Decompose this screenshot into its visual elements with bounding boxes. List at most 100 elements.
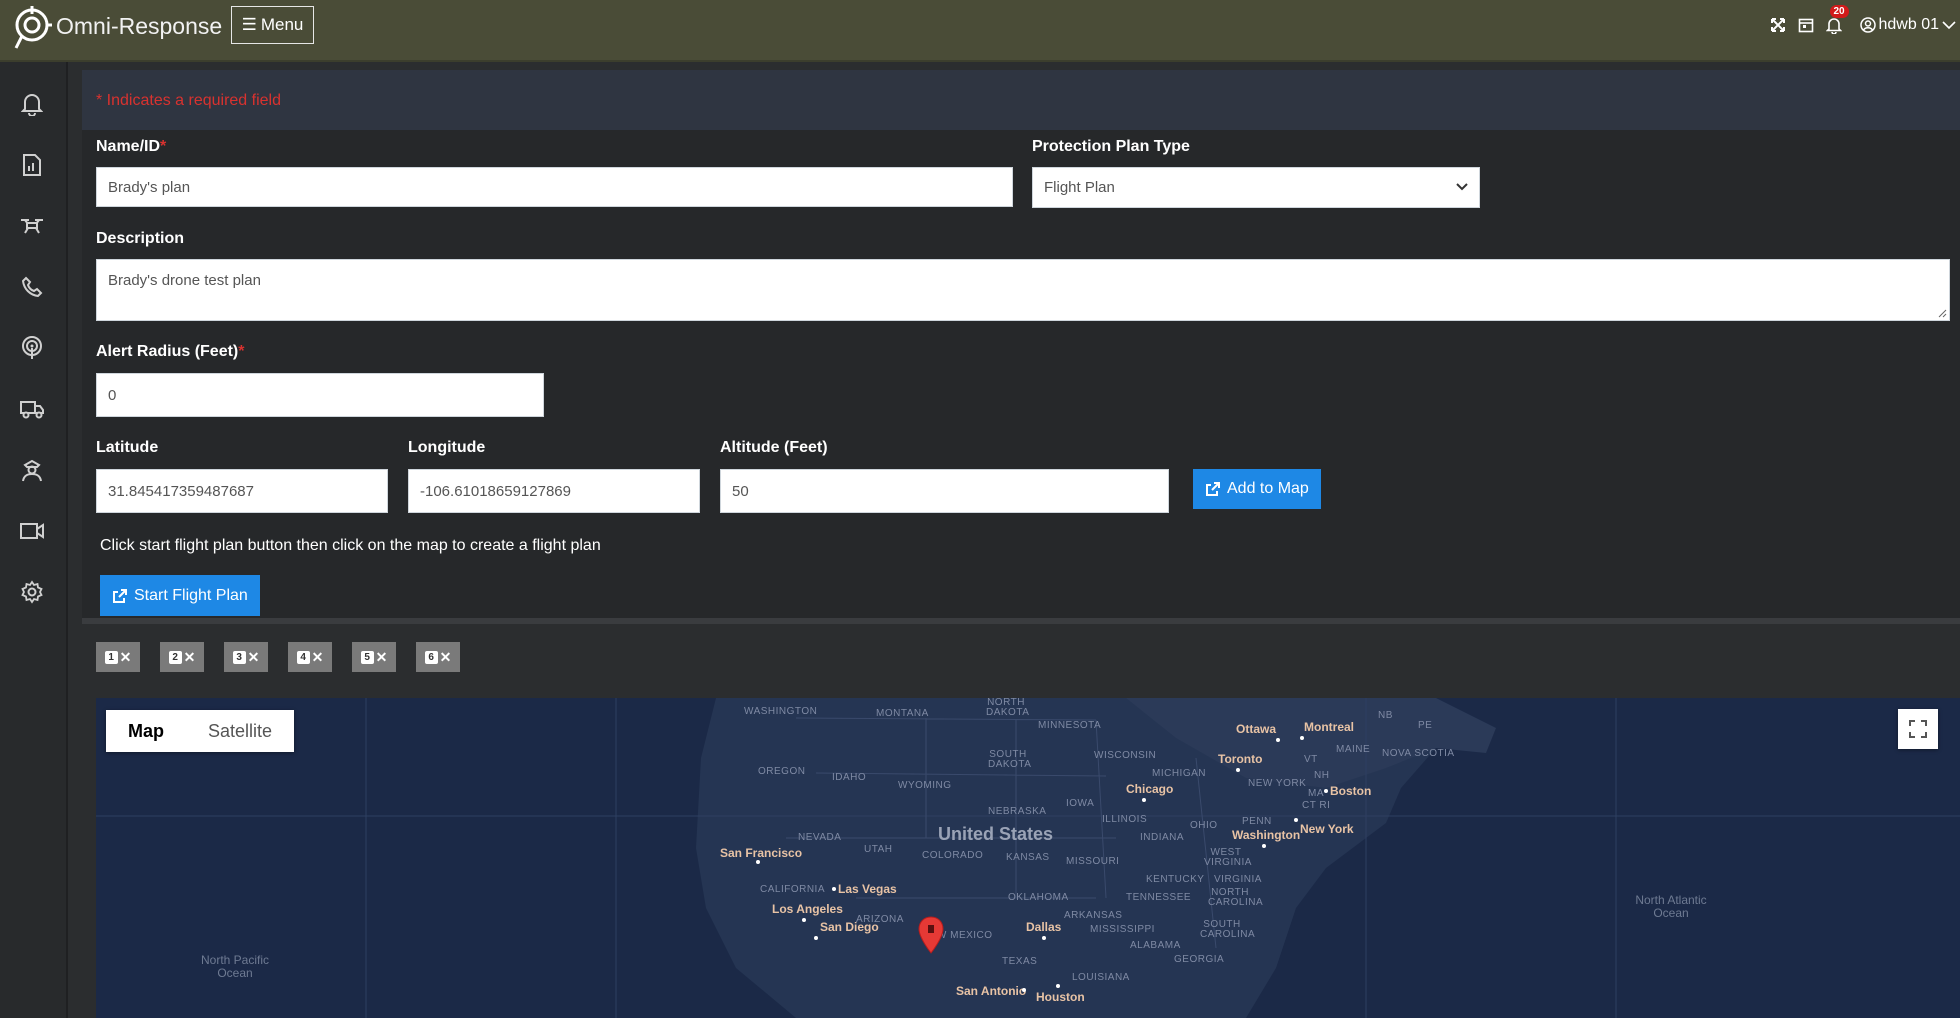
protection-plan-form: Name/ID* Brady's plan Protection Plan Ty…: [82, 130, 1960, 618]
phone-icon[interactable]: [18, 273, 46, 301]
flight-plan-hint: Click start flight plan button then clic…: [100, 537, 601, 554]
close-icon[interactable]: ✕: [248, 649, 260, 666]
map-region-label: MAINE: [1336, 744, 1371, 755]
map-region-label: MISSOURI: [1066, 856, 1120, 867]
calendar-icon[interactable]: [1796, 15, 1816, 35]
waypoint-chip[interactable]: 2 ✕: [160, 642, 204, 672]
map-city-label: Washington: [1232, 828, 1301, 842]
map-region-label: COLORADO: [922, 850, 984, 861]
waypoint-chip[interactable]: 3 ✕: [224, 642, 268, 672]
map-city-label: Boston: [1330, 784, 1372, 798]
waypoint-chip[interactable]: 6 ✕: [416, 642, 460, 672]
map-region-label: WISCONSIN: [1094, 750, 1157, 761]
map-region-label: KENTUCKY: [1146, 874, 1205, 885]
waypoint-chip[interactable]: 5 ✕: [352, 642, 396, 672]
radar-icon[interactable]: [18, 334, 46, 362]
map-city-dot: [1022, 988, 1026, 992]
map-region-label: TENNESSEE: [1126, 892, 1192, 903]
map-region-label: GEORGIA: [1174, 954, 1225, 965]
close-icon[interactable]: ✕: [312, 649, 324, 666]
map-view[interactable]: Map Satellite United States North Pacifi…: [96, 698, 1960, 1018]
description-textarea[interactable]: Brady's drone test plan: [96, 259, 1950, 321]
altitude-input[interactable]: 50: [720, 469, 1169, 513]
map-region-label: VT: [1304, 754, 1318, 765]
start-flight-plan-button[interactable]: Start Flight Plan: [100, 575, 260, 616]
alert-radius-label: Alert Radius (Feet)*: [96, 343, 245, 360]
map-city-dot: [1294, 818, 1298, 822]
user-menu[interactable]: hdwb 01: [1859, 16, 1957, 34]
map-city-dot: [756, 860, 760, 864]
map-city-dot: [1276, 738, 1280, 742]
map-city-label: San Antonio: [956, 984, 1027, 998]
name-id-input[interactable]: Brady's plan: [96, 167, 1013, 207]
fullscreen-toggle-icon[interactable]: [1768, 15, 1788, 35]
user-name: hdwb 01: [1878, 16, 1940, 33]
external-link-icon: [113, 588, 127, 603]
map-region-label: OKLAHOMA: [1008, 892, 1069, 903]
map-type-satellite[interactable]: Satellite: [186, 710, 294, 752]
map-city-dot: [1056, 984, 1060, 988]
map-city-label: Montreal: [1304, 720, 1355, 734]
protection-plan-type-value: Flight Plan: [1044, 179, 1115, 196]
altitude-label: Altitude (Feet): [720, 439, 828, 456]
officer-icon[interactable]: [18, 456, 46, 484]
map-ocean-atlantic: North Atlantic Ocean: [1635, 893, 1707, 920]
map-region-label: MONTANA: [876, 708, 929, 719]
map-marker-pin-icon[interactable]: [918, 916, 944, 954]
map-region-label: NH: [1314, 770, 1330, 781]
close-icon[interactable]: ✕: [120, 649, 132, 666]
map-region-label: NEBRASKA: [988, 806, 1047, 817]
main-content: * Indicates a required field Name/ID* Br…: [82, 70, 1960, 1018]
name-id-label: Name/ID*: [96, 138, 167, 155]
add-to-map-label: Add to Map: [1227, 480, 1309, 497]
map-region-label: WASHINGTON: [744, 706, 818, 717]
add-to-map-button[interactable]: Add to Map: [1193, 469, 1321, 509]
close-icon[interactable]: ✕: [440, 649, 452, 666]
map-region-label: MISSISSIPPI: [1090, 924, 1155, 935]
map-city-dot: [1324, 789, 1328, 793]
map-type-map[interactable]: Map: [106, 710, 186, 752]
required-field-note: * Indicates a required field: [96, 92, 281, 109]
map-city-dot: [802, 918, 806, 922]
map-ocean-pacific: North Pacific Ocean: [200, 953, 270, 980]
map-region-label: NORTH CAROLINA: [1208, 887, 1264, 908]
drone-icon[interactable]: [18, 212, 46, 240]
resize-handle-icon[interactable]: [1937, 308, 1947, 318]
close-icon[interactable]: ✕: [376, 649, 388, 666]
map-type-toggle: Map Satellite: [106, 710, 295, 752]
protection-plan-type-select[interactable]: Flight Plan: [1032, 167, 1480, 208]
map-city-label: Chicago: [1126, 782, 1174, 796]
map-fullscreen-button[interactable]: [1898, 709, 1938, 749]
map-region-label: NOVA SCOTIA: [1382, 748, 1455, 759]
map-city-label: New York: [1300, 822, 1354, 836]
menu-button-label: Menu: [260, 15, 304, 34]
app-logo-icon: [14, 6, 52, 49]
user-avatar-icon: [1859, 17, 1876, 33]
map-city-label: Ottawa: [1236, 722, 1277, 736]
map-region-label: IDAHO: [832, 772, 867, 783]
alert-radius-input[interactable]: 0: [96, 373, 544, 417]
map-region-label: NEVADA: [798, 832, 842, 843]
app-title: Omni-Response: [56, 13, 223, 39]
menu-button[interactable]: ☰ Menu: [231, 6, 314, 44]
waypoint-chip[interactable]: 1 ✕: [96, 642, 140, 672]
longitude-input[interactable]: -106.61018659127869: [408, 469, 700, 513]
report-icon[interactable]: [18, 151, 46, 179]
sidebar: [0, 62, 68, 1018]
close-icon[interactable]: ✕: [184, 649, 196, 666]
gear-icon[interactable]: [18, 578, 46, 606]
bell-icon[interactable]: [18, 90, 46, 118]
map-city-dot: [1262, 844, 1266, 848]
map-city-label: San Francisco: [720, 846, 803, 860]
map-region-label: SOUTH CAROLINA: [1200, 919, 1256, 940]
notifications-bell-icon[interactable]: 20: [1824, 5, 1849, 35]
waypoint-chip[interactable]: 4 ✕: [288, 642, 332, 672]
map-region-label: ILLINOIS: [1102, 814, 1148, 825]
map-region-label: NEW YORK: [1248, 778, 1307, 789]
map-region-label: MICHIGAN: [1152, 768, 1206, 779]
truck-icon[interactable]: [18, 395, 46, 423]
camera-icon[interactable]: [18, 517, 46, 545]
map-city-label: Las Vegas: [838, 882, 897, 896]
latitude-input[interactable]: 31.845417359487687: [96, 469, 388, 513]
map-region-label: NORTH DAKOTA: [986, 698, 1030, 718]
